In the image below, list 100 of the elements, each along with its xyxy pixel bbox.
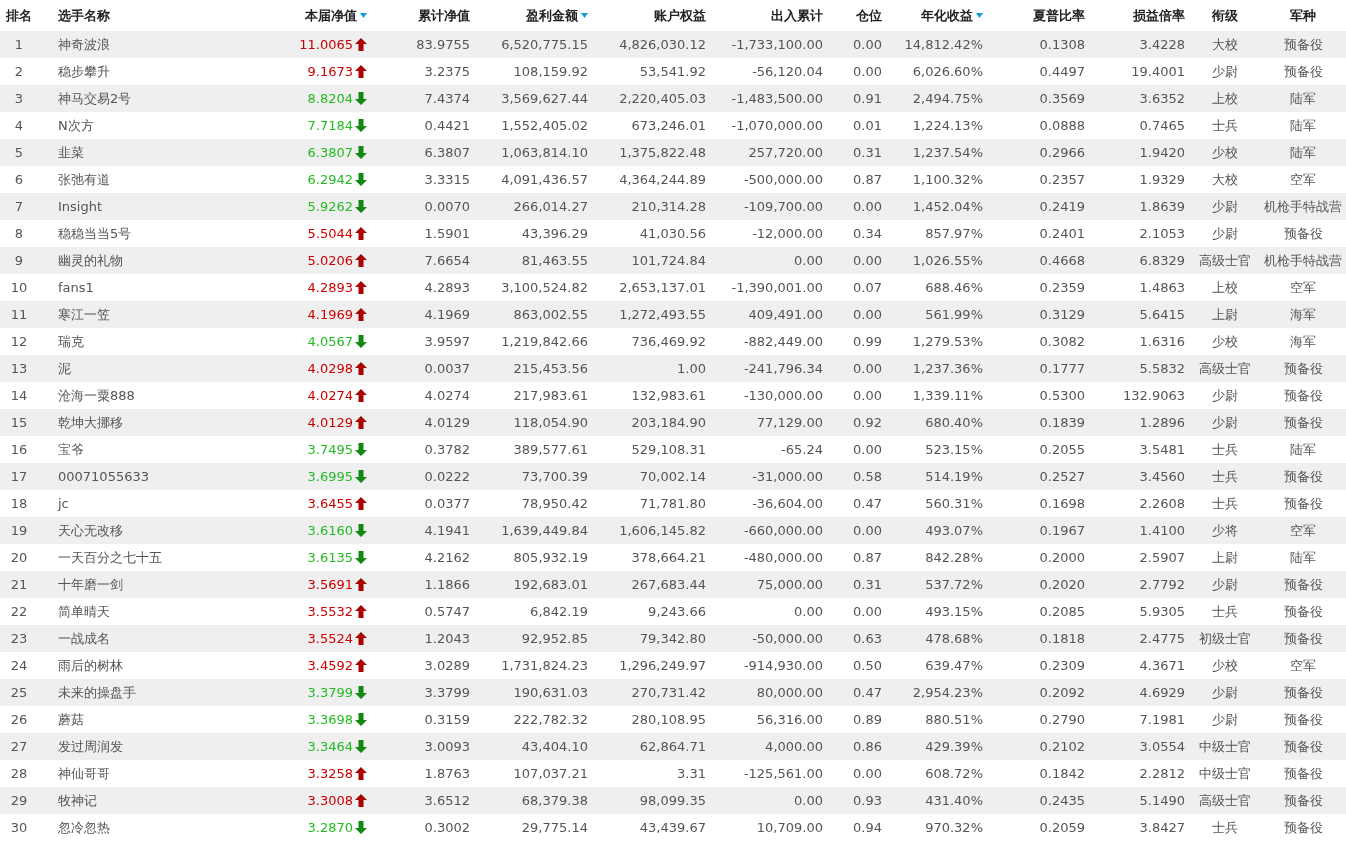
table-cell-text: 2,494.75% (912, 91, 984, 106)
table-cell-text: 270,731.42 (631, 685, 707, 700)
table-cell-text: 132.9063 (1122, 388, 1186, 403)
table-cell-text: 79,342.80 (639, 631, 707, 646)
table-cell-text: 880.51% (925, 712, 984, 727)
column-header[interactable]: 本届净值 (305, 6, 357, 25)
table-cell-text: 2.1053 (1139, 226, 1186, 241)
table-cell-text: 514.19% (925, 469, 984, 484)
table-cell-text: 1.9420 (1139, 145, 1186, 160)
branch-name: 陆军 (1290, 548, 1316, 567)
table-cell-text: 0.87 (853, 172, 883, 187)
table-cell-text: 5.6415 (1139, 307, 1186, 322)
table-cell-text: 1,339.11% (912, 388, 984, 403)
table-cell-text: 0.2055 (1039, 442, 1086, 457)
table-cell-text: -130,000.00 (743, 388, 824, 403)
rank-cell: 9 (14, 253, 24, 268)
rank-cell: 6 (14, 172, 24, 187)
branch-name: 预备役 (1283, 359, 1323, 378)
rank-cell: 29 (10, 793, 28, 808)
branch-name: 预备役 (1283, 62, 1323, 81)
table-cell-text: 98,099.35 (639, 793, 707, 808)
table-cell-text: 0.3082 (1039, 334, 1086, 349)
table-cell-text: 0.34 (853, 226, 883, 241)
table-cell-text: 1,219,842.66 (501, 334, 589, 349)
net-value: 5.9262 (307, 199, 353, 214)
table-cell-text: 217,983.61 (513, 388, 589, 403)
column-header: 累计净值 (418, 6, 470, 25)
player-name: 未来的操盘手 (57, 683, 136, 702)
table-cell-text: 3.3799 (424, 685, 471, 700)
branch-name: 机枪手特战营 (1264, 251, 1342, 270)
table-cell-text: 0.1967 (1039, 523, 1086, 538)
table-cell-text: 0.3782 (424, 442, 471, 457)
table-cell-text: 0.58 (853, 469, 883, 484)
rank-title: 上校 (1212, 89, 1238, 108)
column-header[interactable]: 年化收益 (921, 6, 973, 25)
rank-cell: 5 (14, 145, 24, 160)
table-cell-text: 493.15% (925, 604, 984, 619)
sort-caret-icon[interactable] (360, 13, 367, 18)
table-cell-text: 80,000.00 (756, 685, 824, 700)
player-name: 忽冷忽热 (57, 818, 110, 837)
branch-name: 预备役 (1283, 35, 1323, 54)
table-cell-text: 2,653,137.01 (619, 280, 707, 295)
branch-name: 预备役 (1283, 629, 1323, 648)
table-cell-text: 863,002.55 (513, 307, 589, 322)
table-cell-text: 378,664.21 (631, 550, 707, 565)
rank-title: 高级士官 (1199, 791, 1251, 810)
table-cell-text: 78,950.42 (521, 496, 589, 511)
table-cell-text: 0.2102 (1039, 739, 1086, 754)
branch-name: 空军 (1290, 170, 1316, 189)
table-cell-text: 842.28% (925, 550, 984, 565)
column-header: 军种 (1290, 6, 1316, 25)
column-header: 衔级 (1212, 6, 1238, 25)
table-cell-text: 3.6512 (424, 793, 471, 808)
player-name: 宝爷 (57, 440, 84, 459)
table-cell-text: 0.91 (853, 91, 883, 106)
table-cell-text: 210,314.28 (631, 199, 707, 214)
table-cell-text: 389,577.61 (513, 442, 589, 457)
rank-title: 士兵 (1212, 440, 1238, 459)
rank-title: 少将 (1212, 521, 1238, 540)
table-cell-text: 537.72% (925, 577, 984, 592)
rank-title: 高级士官 (1199, 359, 1251, 378)
table-cell-text: 3.5481 (1139, 442, 1186, 457)
rank-cell: 21 (10, 577, 28, 592)
table-cell-text: -882,449.00 (743, 334, 824, 349)
sort-caret-icon[interactable] (976, 13, 983, 18)
table-cell-text: 3.4228 (1139, 37, 1186, 52)
table-cell-text: 0.4668 (1039, 253, 1086, 268)
table-cell-text: 0.3002 (424, 820, 471, 835)
table-cell-text: 83.9755 (416, 37, 471, 52)
rank-cell: 27 (10, 739, 28, 754)
table-cell-text: -36,604.00 (752, 496, 824, 511)
column-header[interactable]: 盈利金额 (526, 6, 578, 25)
table-cell-text: 0.3129 (1039, 307, 1086, 322)
table-cell-text: 4.0129 (424, 415, 471, 430)
table-cell-text: 0.00 (853, 199, 883, 214)
table-cell-text: 0.3159 (424, 712, 471, 727)
table-cell-text: 0.2401 (1039, 226, 1086, 241)
table-cell-text: 6.8329 (1139, 253, 1186, 268)
table-cell-text: 1,063,814.10 (501, 145, 589, 160)
rank-title: 大校 (1212, 35, 1238, 54)
table-cell-text: 4,826,030.12 (619, 37, 707, 52)
branch-name: 空军 (1290, 656, 1316, 675)
player-name: 瑞克 (57, 332, 84, 351)
table-cell-text: 0.01 (853, 118, 883, 133)
rank-cell: 23 (10, 631, 28, 646)
sort-caret-icon[interactable] (581, 13, 588, 18)
rank-cell: 22 (10, 604, 28, 619)
table-cell-text: 0.63 (853, 631, 883, 646)
player-name: 十年磨一剑 (57, 575, 123, 594)
table-cell-text: 0.2790 (1039, 712, 1086, 727)
table-cell-text: 1,639,449.84 (501, 523, 589, 538)
rank-title: 士兵 (1212, 818, 1238, 837)
table-cell-text: 2.2608 (1139, 496, 1186, 511)
table-cell-text: 41,030.56 (639, 226, 707, 241)
net-value: 7.7184 (307, 118, 353, 133)
table-cell-text: -1,733,100.00 (731, 37, 824, 52)
branch-name: 海军 (1290, 305, 1316, 324)
table-cell-text: 0.2085 (1039, 604, 1086, 619)
column-header: 选手名称 (58, 6, 110, 25)
table-cell-text: -56,120.04 (752, 64, 824, 79)
